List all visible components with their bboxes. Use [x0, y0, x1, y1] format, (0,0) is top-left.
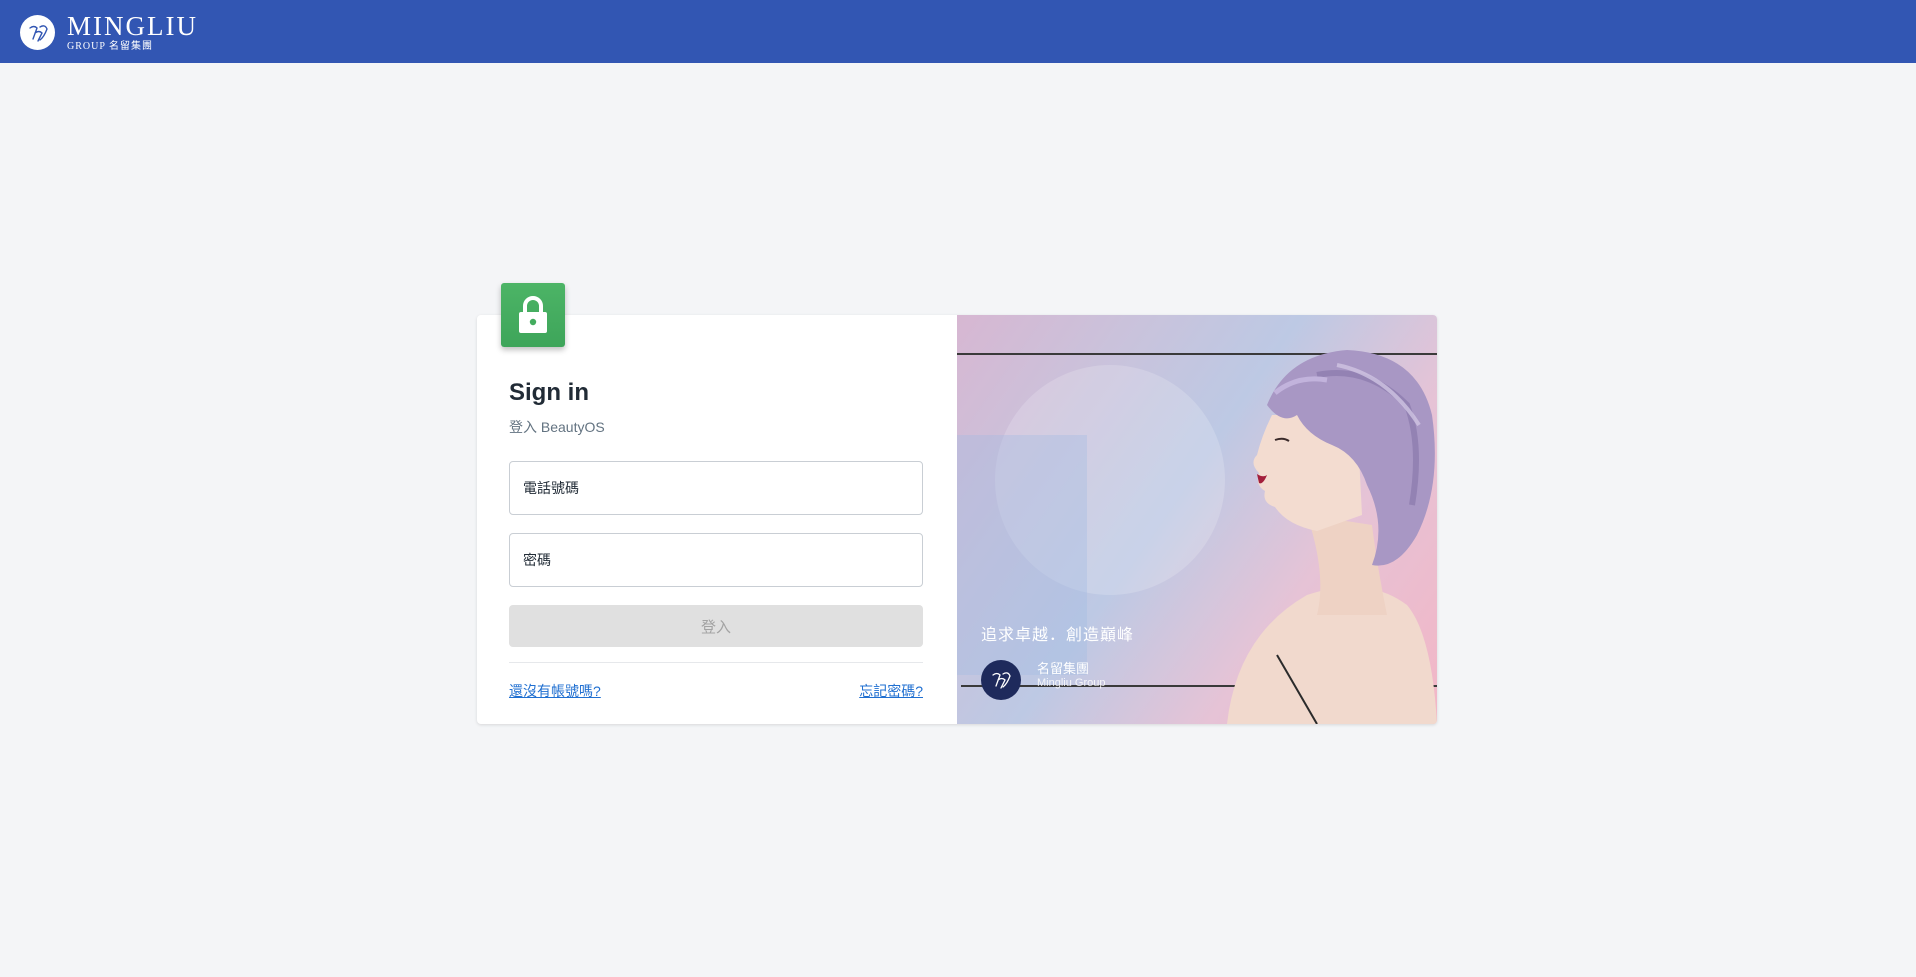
phone-input[interactable]	[509, 461, 923, 515]
sign-in-button[interactable]: 登入	[509, 605, 923, 647]
mingliu-logo-icon	[20, 15, 55, 50]
login-form: Sign in 登入 BeautyOS 登入 還沒有帳號嗎? 忘記密碼?	[509, 315, 925, 724]
brand-subtitle: GROUP 名留集團	[67, 41, 154, 52]
password-input[interactable]	[509, 533, 923, 587]
brand-name: MINGLIU	[67, 11, 198, 41]
top-navbar: MINGLIU GROUP 名留集團	[0, 0, 1916, 63]
form-divider	[509, 662, 923, 663]
brand-logo[interactable]: MINGLIU GROUP 名留集團	[20, 13, 198, 52]
page-subtitle: 登入 BeautyOS	[509, 419, 605, 435]
lock-badge	[501, 283, 565, 347]
model-portrait-image	[1227, 350, 1437, 724]
promo-tagline: 追求卓越．創造巔峰	[981, 627, 1135, 644]
company-name-cn: 名留集團	[1037, 661, 1090, 676]
forgot-password-link[interactable]: 忘記密碼?	[859, 681, 923, 701]
lock-icon	[519, 296, 547, 333]
register-link[interactable]: 還沒有帳號嗎?	[509, 681, 601, 701]
company-name: 名留集團 Mingliu Group	[1037, 661, 1105, 690]
company-name-en: Mingliu Group	[1037, 676, 1106, 689]
promo-banner: 追求卓越．創造巔峰 名留集團 Mingliu Group	[957, 315, 1437, 724]
page-title: Sign in	[509, 379, 589, 406]
company-logo-icon	[981, 660, 1021, 700]
